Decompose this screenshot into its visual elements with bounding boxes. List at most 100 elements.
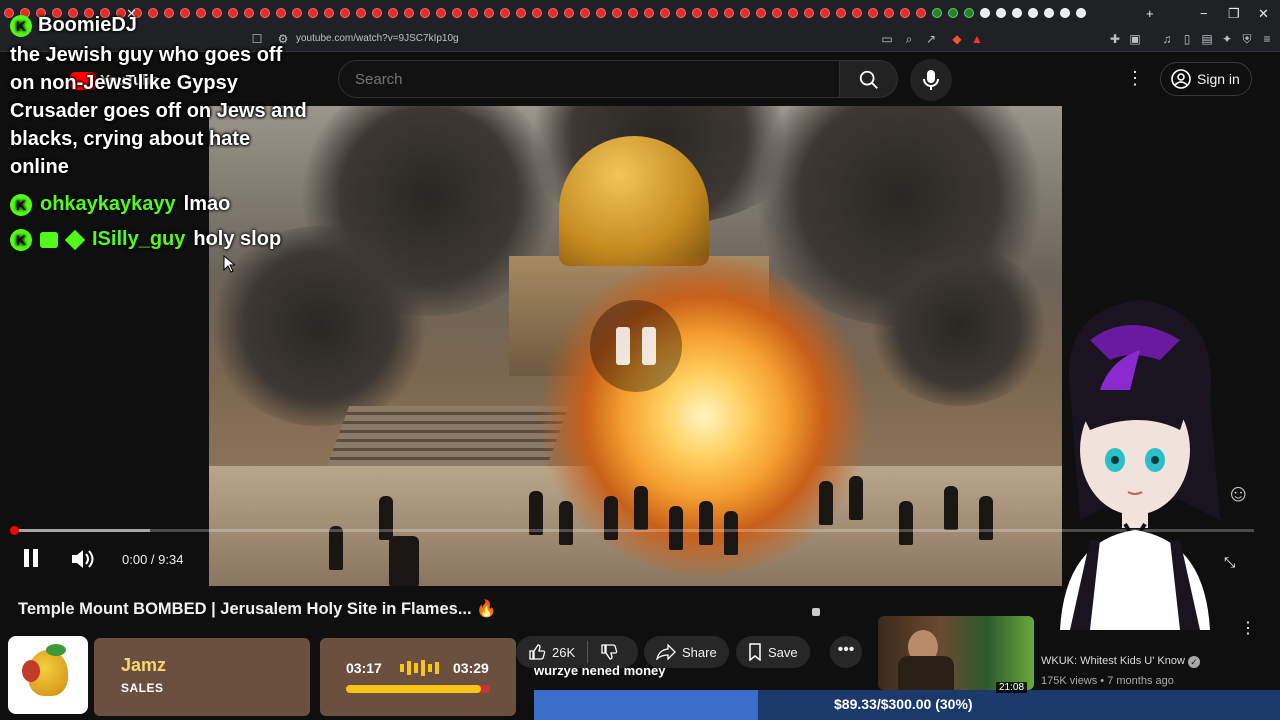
tab[interactable] [996,8,1006,18]
pause-icon [24,549,29,567]
bookmark-save-icon [749,643,761,661]
menu-icon[interactable]: ≡ [1260,32,1274,46]
recommended-video-thumbnail[interactable] [878,616,1034,690]
tab[interactable] [500,8,510,18]
tab[interactable] [388,8,398,18]
center-pause-indicator[interactable] [590,300,682,392]
divider [587,641,589,663]
tab[interactable] [340,8,350,18]
kick-icon: K [10,193,32,216]
tab[interactable] [532,8,542,18]
tab[interactable] [1028,8,1038,18]
donation-goal-text: $89.33/$300.00 (30%) [834,696,973,712]
tab[interactable] [516,8,526,18]
media-icon[interactable]: ♫ [1160,32,1174,46]
chat-line: K ohkaykaykayy lmao [10,193,310,216]
music-elapsed-time: 03:17 [346,660,382,676]
tab[interactable] [788,8,798,18]
extensions-icon[interactable]: ✚ [1108,32,1122,46]
window-close-button[interactable]: ✕ [1258,6,1269,22]
tab[interactable] [852,8,862,18]
tab[interactable] [1044,8,1054,18]
search-icon [859,70,878,89]
brave-shield-icon[interactable]: ◆ [950,32,964,46]
tab[interactable] [356,8,366,18]
tab[interactable] [900,8,910,18]
vtuber-avatar-image [1060,300,1220,630]
volume-icon[interactable] [70,548,94,570]
tab[interactable] [916,8,926,18]
video-buffer-bar [14,529,150,532]
vpn-icon[interactable]: ⛨ [1240,32,1254,46]
tab[interactable] [980,8,990,18]
tab[interactable] [708,8,718,18]
tab[interactable] [420,8,430,18]
search-input[interactable] [355,71,815,88]
maximize-button[interactable]: ❐ [1228,6,1240,22]
tab[interactable] [548,8,558,18]
tab[interactable] [868,8,878,18]
pause-button[interactable] [24,549,42,569]
recommended-more-icon[interactable]: ⋮ [1240,618,1256,638]
share-label: Share [682,644,717,660]
overlay-marker [812,608,820,616]
tab[interactable] [964,8,974,18]
tab[interactable] [804,8,814,18]
tab[interactable] [1060,8,1070,18]
recommended-channel-name[interactable]: WKUK: Whitest Kids U' Know [1041,655,1185,667]
search-button[interactable] [840,60,898,98]
recommended-video-meta: 175K views • 7 months ago [1041,675,1174,687]
tab[interactable] [836,8,846,18]
share-page-icon[interactable]: ↗ [924,32,938,46]
save-button[interactable]: Save [736,636,810,668]
tab[interactable] [772,8,782,18]
tab[interactable] [692,8,702,18]
brave-rewards-icon[interactable]: ▲ [970,32,984,46]
tab[interactable] [628,8,638,18]
settings-more-icon[interactable]: ⋮ [1126,68,1144,89]
stream-chat-overlay: K BoomieDJ the Jewish guy who goes off o… [10,14,310,251]
cast-icon[interactable]: ▭ [880,32,894,46]
zoom-icon[interactable]: ⌕ [902,32,916,46]
tab[interactable] [724,8,734,18]
tab[interactable] [580,8,590,18]
tab[interactable] [468,8,478,18]
wallet-icon[interactable]: ▤ [1200,32,1214,46]
tab[interactable] [676,8,686,18]
sidebar-icon[interactable]: ▯ [1180,32,1194,46]
progress-scrubber-handle[interactable] [10,526,19,535]
sign-in-button[interactable]: Sign in [1160,62,1252,96]
tab[interactable] [644,8,654,18]
tab[interactable] [452,8,462,18]
tab[interactable] [324,8,334,18]
search-box[interactable] [338,60,840,98]
chat-message: holy slop [193,228,282,250]
chat-username: ohkaykaykayy [40,193,176,215]
tab[interactable] [436,8,446,18]
screenshot-icon[interactable]: ▣ [1128,32,1142,46]
more-actions-button[interactable]: ••• [830,636,862,668]
music-progress-fill [346,685,482,693]
tab[interactable] [372,8,382,18]
tab[interactable] [756,8,766,18]
tab[interactable] [948,8,958,18]
tab[interactable] [660,8,670,18]
tab[interactable] [1012,8,1022,18]
thumbs-down-icon[interactable] [600,643,618,661]
tab[interactable] [932,8,942,18]
tab[interactable] [404,8,414,18]
leo-icon[interactable]: ✦ [1220,32,1234,46]
tab[interactable] [596,8,606,18]
tab[interactable] [1076,8,1086,18]
tab[interactable] [884,8,894,18]
tab[interactable] [740,8,750,18]
thumbs-up-icon[interactable] [528,643,546,661]
tab[interactable] [820,8,830,18]
tab[interactable] [484,8,494,18]
url-text[interactable]: youtube.com/watch?v=9JSC7kIp10g [296,33,459,44]
new-tab-button[interactable]: + [1146,6,1154,21]
tab[interactable] [612,8,622,18]
voice-search-button[interactable] [910,59,952,101]
minimize-button[interactable]: − [1200,6,1208,21]
tab[interactable] [564,8,574,18]
